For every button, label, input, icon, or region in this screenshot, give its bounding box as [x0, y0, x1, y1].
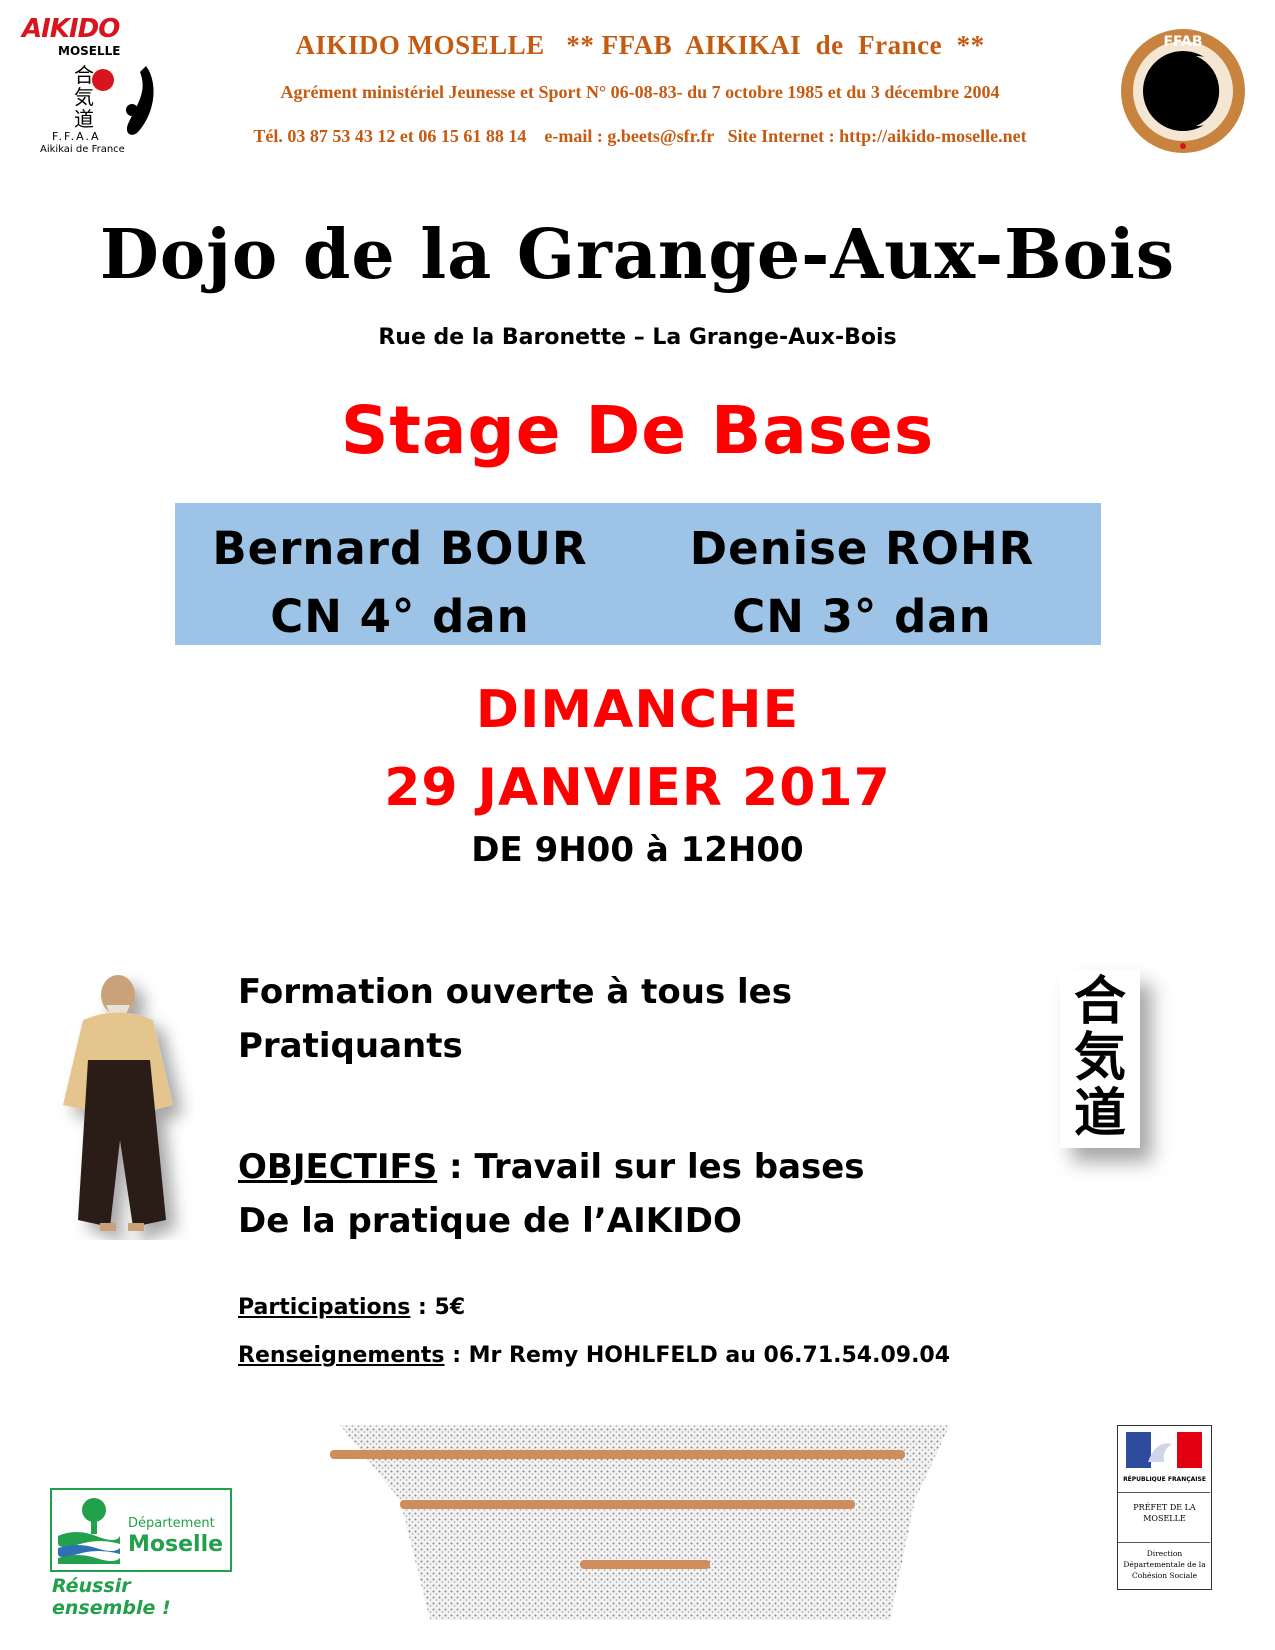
prefet-moselle-logo: RÉPUBLIQUE FRANÇAISE PRÉFET DE LA MOSELL…: [1117, 1425, 1212, 1590]
dept-logo-line-2: Moselle: [128, 1532, 224, 1557]
prefet-direction: Direction Départementale de la Cohésion …: [1123, 1549, 1206, 1580]
participations-label: Participations: [238, 1295, 411, 1320]
aikido-master-photo: [63, 975, 173, 1231]
header-agrement: Agrément ministériel Jeunesse et Sport N…: [280, 82, 1000, 102]
header-contact: Tél. 03 87 53 43 12 et 06 15 61 88 14 e-…: [253, 126, 1027, 146]
objectifs-line-2: De la pratique de l’AIKIDO: [238, 1201, 742, 1241]
formation-line-2: Pratiquants: [238, 1026, 463, 1066]
marianne-flag-icon: [1126, 1432, 1202, 1468]
brush-stroke-icon: [126, 66, 154, 135]
event-date: 29 JANVIER 2017: [384, 758, 891, 818]
aikido-weapons-image: [330, 1425, 950, 1620]
prefet-republique: RÉPUBLIQUE FRANÇAISE: [1123, 1476, 1206, 1483]
formation-text: Formation ouverte à tous les Pratiquants: [238, 965, 958, 1073]
participations: Participations : 5€: [238, 1295, 465, 1320]
logo-caption: Aikikai de France: [40, 144, 125, 155]
participations-value: : 5€: [410, 1295, 466, 1320]
teacher-2: Denise ROHR CN 3° dan: [647, 515, 1077, 651]
formation-line-1: Formation ouverte à tous les: [238, 972, 792, 1012]
renseignements-label: Renseignements: [238, 1343, 445, 1368]
event-day: DIMANCHE: [475, 680, 800, 740]
logo-sub: MOSELLE: [58, 44, 121, 58]
objectifs-label: OBJECTIFS: [238, 1147, 438, 1187]
logo-kanji: 合気道: [74, 63, 94, 131]
renseignements-value: : Mr Remy HOHLFELD au 06.71.54.09.04: [444, 1343, 951, 1368]
dept-logo-line-1: Département: [128, 1516, 215, 1531]
teacher-name: Denise ROHR: [689, 522, 1035, 575]
dept-logo-slogan: Réussir ensemble !: [52, 1575, 171, 1619]
ffab-logo: FFAB: [1121, 29, 1245, 153]
objectifs-text: OBJECTIFS : Travail sur les bases De la …: [238, 1140, 998, 1248]
departement-moselle-logo: Département Moselle Réussir ensemble !: [50, 1488, 232, 1619]
dojo-title: Dojo de la Grange-Aux-Bois: [99, 215, 1176, 295]
prefet-separator: [1118, 1492, 1210, 1493]
teachers-box: Bernard BOUR CN 4° dan Denise ROHR CN 3°…: [175, 503, 1101, 645]
kanji-ai: 合: [1073, 971, 1126, 1032]
stage-title: Stage De Bases: [340, 392, 935, 469]
dojo-address: Rue de la Baronette – La Grange-Aux-Bois: [378, 325, 897, 350]
objectifs-value: : Travail sur les bases: [437, 1147, 865, 1187]
teacher-grade: CN 4° dan: [270, 590, 530, 643]
prefet-separator: [1118, 1542, 1210, 1543]
teacher-1: Bernard BOUR CN 4° dan: [185, 515, 615, 651]
tree-river-icon: [58, 1498, 120, 1564]
teacher-name: Bernard BOUR: [212, 522, 588, 575]
logo-brand: AIKIDO: [22, 14, 120, 44]
ffab-logo-text: FFAB: [1163, 34, 1202, 50]
kanji-ki: 気: [1073, 1027, 1126, 1088]
logo-ffaa: F.F.A.A: [52, 130, 101, 143]
aikido-kanji-scroll: 合 気 道: [1060, 970, 1140, 1148]
event-hours: DE 9H00 à 12H00: [471, 830, 804, 870]
header-title: AIKIDO MOSELLE ** FFAB AIKIKAI de France…: [295, 30, 985, 60]
teacher-grade: CN 3° dan: [732, 590, 992, 643]
kanji-do: 道: [1073, 1083, 1126, 1144]
prefet-title: PRÉFET DE LA MOSELLE: [1133, 1503, 1196, 1523]
renseignements: Renseignements : Mr Remy HOHLFELD au 06.…: [238, 1343, 950, 1368]
aikido-moselle-logo: AIKIDO MOSELLE 合気道 F.F.A.A Aikikai de Fr…: [22, 14, 162, 155]
